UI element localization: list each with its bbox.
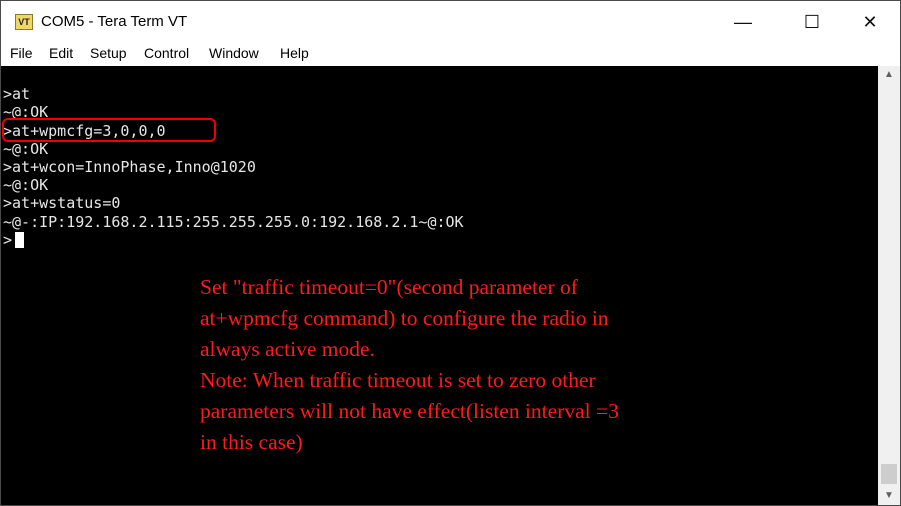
vertical-scrollbar[interactable]: ▲ ▼ <box>878 66 900 505</box>
terminal-line: >at <box>3 85 31 103</box>
scroll-up-arrow-icon[interactable]: ▲ <box>878 66 900 84</box>
terminal-prompt: > <box>3 231 13 249</box>
annotation-note: Set "traffic timeout=0"(second parameter… <box>200 272 800 458</box>
terminal-window: VT COM5 - Tera Term VT — ☐ ✕ File Edit S… <box>0 0 901 506</box>
menu-edit[interactable]: Edit <box>49 45 73 61</box>
maximize-button[interactable]: ☐ <box>789 1 835 43</box>
menu-control[interactable]: Control <box>144 45 189 61</box>
text-cursor <box>15 232 24 248</box>
annotation-line: Note: When traffic timeout is set to zer… <box>200 368 596 392</box>
menu-setup[interactable]: Setup <box>90 45 127 61</box>
menu-window[interactable]: Window <box>209 45 259 61</box>
annotation-line: Set "traffic timeout=0"(second parameter… <box>200 275 578 299</box>
menu-help[interactable]: Help <box>280 45 309 61</box>
close-button[interactable]: ✕ <box>847 1 893 43</box>
terminal-line: ~@:OK <box>3 176 49 194</box>
terminal-line: >at+wstatus=0 <box>3 194 121 212</box>
tera-term-app-icon[interactable]: VT <box>15 14 33 30</box>
highlight-box <box>2 118 216 142</box>
terminal-line: ~@:OK <box>3 140 49 158</box>
annotation-line: parameters will not have effect(listen i… <box>200 399 619 423</box>
menu-bar: File Edit Setup Control Window Help <box>1 43 900 65</box>
title-bar[interactable]: VT COM5 - Tera Term VT — ☐ ✕ <box>1 1 900 43</box>
terminal-line: >at+wcon=InnoPhase,Inno@1020 <box>3 158 256 176</box>
annotation-line: at+wpmcfg command) to configure the radi… <box>200 306 609 330</box>
scrollbar-thumb[interactable] <box>881 464 897 484</box>
minimize-button[interactable]: — <box>720 1 766 43</box>
scroll-down-arrow-icon[interactable]: ▼ <box>878 487 900 505</box>
annotation-line: always active mode. <box>200 337 375 361</box>
menu-file[interactable]: File <box>10 45 33 61</box>
terminal-line: ~@-:IP:192.168.2.115:255.255.255.0:192.1… <box>3 213 464 231</box>
window-title: COM5 - Tera Term VT <box>41 13 188 30</box>
annotation-line: in this case) <box>200 430 303 454</box>
